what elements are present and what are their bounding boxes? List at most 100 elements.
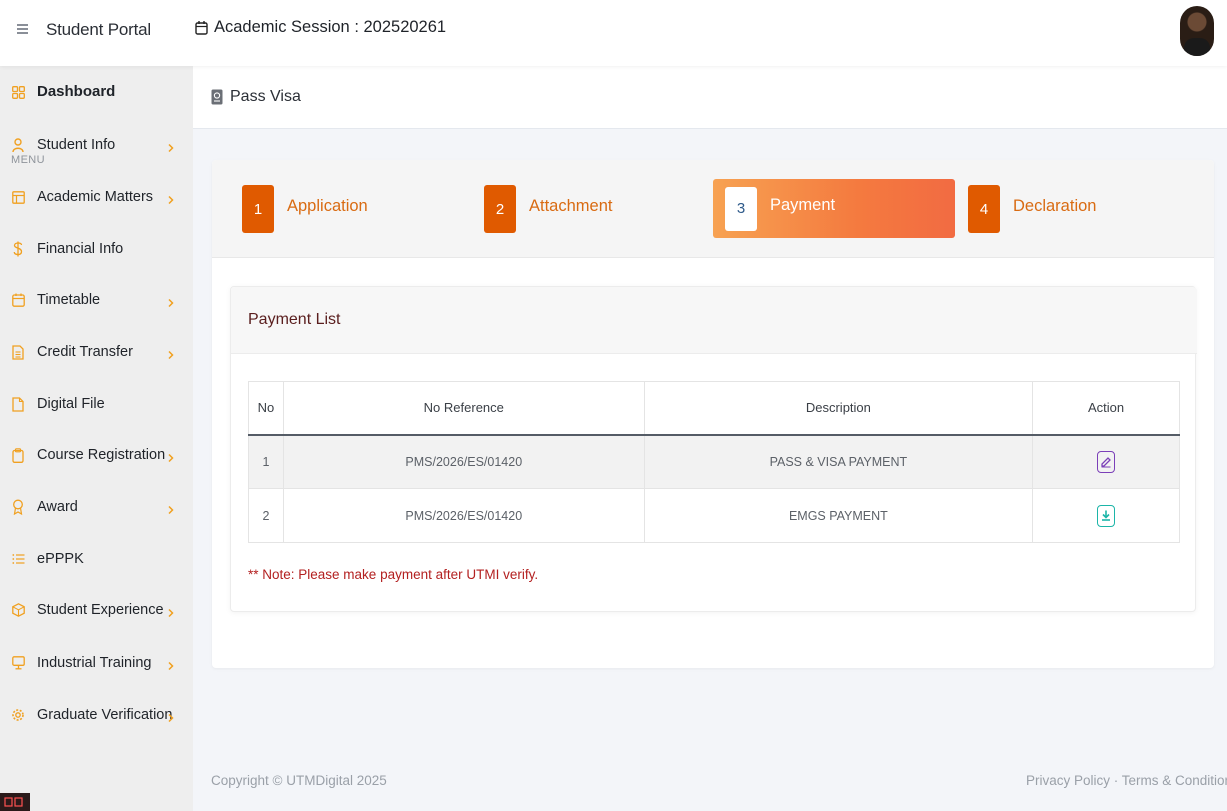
menu-toggle-icon[interactable] [17, 24, 28, 34]
cell-reference: PMS/2026/ES/01420 [282, 434, 645, 489]
brand-title: Student Portal [46, 20, 151, 39]
monitor-icon [11, 655, 25, 671]
table-row: 2 PMS/2026/ES/01420 EMGS PAYMENT [248, 488, 1180, 543]
chevron-right-icon [166, 711, 175, 723]
sidebar-item-label: Financial Info [37, 241, 124, 257]
sidebar-item-financial-info[interactable]: Financial Info [0, 229, 193, 269]
top-bar: Student Portal Academic Session : 202520… [0, 0, 1227, 66]
table-row: 1 PMS/2026/ES/01420 PASS & VISA PAYMENT [248, 434, 1180, 489]
page-header: Pass Visa [193, 66, 1227, 129]
page-title: Pass Visa [230, 88, 301, 105]
chevron-right-icon [166, 659, 175, 671]
academic-session: Academic Session : 202520261 [195, 18, 446, 37]
sidebar-item-industrial-training[interactable]: Industrial Training [0, 643, 193, 683]
dollar-icon [11, 241, 25, 257]
cell-reference: PMS/2026/ES/01420 [282, 488, 645, 543]
footer-links[interactable]: Privacy Policy · Terms & Conditions [1026, 773, 1227, 788]
sidebar-item-award[interactable]: Award [0, 487, 193, 527]
chevron-right-icon [166, 296, 175, 308]
passport-icon [211, 89, 223, 105]
cell-action [1032, 488, 1180, 543]
gear-icon [11, 707, 25, 723]
cell-no: 2 [248, 488, 284, 543]
sidebar-item-student-info[interactable]: Student Info [0, 125, 193, 165]
column-header-action: Action [1032, 381, 1180, 436]
sidebar-item-credit-transfer[interactable]: Credit Transfer [0, 332, 193, 372]
cell-description: PASS & VISA PAYMENT [643, 434, 1034, 489]
sidebar-item-digital-file[interactable]: Digital File [0, 384, 193, 424]
sidebar-item-student-experience[interactable]: Student Experience [0, 590, 193, 630]
step-label: Payment [770, 196, 836, 214]
cell-description: EMGS PAYMENT [643, 488, 1034, 543]
clipboard-icon [11, 447, 25, 463]
chevron-right-icon [166, 193, 175, 205]
sidebar-item-label: Credit Transfer [37, 344, 133, 360]
grid-icon [11, 84, 25, 100]
sidebar-item-label: Award [37, 499, 78, 515]
corner-badge [0, 793, 30, 811]
sidebar-item-label: Industrial Training [37, 655, 152, 671]
step-number: 2 [484, 185, 516, 233]
avatar[interactable] [1180, 6, 1214, 56]
column-header-description: Description [643, 381, 1034, 436]
cell-no: 1 [248, 434, 284, 489]
payment-list-title: Payment List [248, 311, 341, 328]
column-header-no: No [248, 381, 284, 436]
document-icon [11, 344, 25, 360]
session-label: Academic Session : 202520261 [214, 18, 447, 36]
award-icon [11, 499, 25, 515]
sidebar-item-label: Timetable [37, 292, 101, 308]
calendar-icon [195, 21, 208, 35]
widget-icon [4, 797, 23, 807]
step-label: Attachment [529, 196, 613, 215]
payment-table: No No Reference Description Action 1 PMS… [248, 381, 1180, 543]
payment-list-card: Payment List No No Reference Description… [230, 286, 1197, 612]
sidebar-item-label: Graduate Verification [37, 707, 173, 723]
step-application[interactable]: 1 Application [242, 180, 368, 238]
calendar-icon [11, 292, 25, 308]
sidebar-item-label: ePPPK [37, 551, 84, 567]
sidebar-item-label: Academic Matters [37, 189, 154, 205]
sidebar-item-graduate-verification[interactable]: Graduate Verification [0, 695, 193, 735]
table-header-row: No No Reference Description Action [248, 381, 1180, 436]
step-declaration[interactable]: 4 Declaration [968, 180, 1096, 238]
sidebar-item-label: Dashboard [37, 83, 116, 100]
step-label: Declaration [1013, 196, 1097, 215]
pass-visa-wizard: 1 Application 2 Attachment 3 Payment 4 D… [212, 160, 1214, 668]
sidebar: Dashboard MENU Student Info Academic Matt… [0, 66, 193, 811]
sidebar-item-label: Course Registration [37, 447, 166, 463]
step-number: 1 [242, 185, 274, 233]
layout-icon [11, 189, 25, 205]
edit-icon[interactable] [1097, 450, 1116, 473]
sidebar-item-label: Student Experience [37, 602, 164, 618]
list-icon [11, 551, 25, 567]
file-icon [11, 396, 25, 412]
chevron-right-icon [166, 141, 175, 153]
chevron-right-icon [166, 503, 175, 515]
sidebar-item-course-registration[interactable]: Course Registration [0, 435, 193, 475]
chevron-right-icon [166, 348, 175, 360]
sidebar-item-dashboard[interactable]: Dashboard [0, 66, 193, 118]
chevron-right-icon [166, 451, 175, 463]
payment-list-header: Payment List [231, 287, 1197, 354]
sidebar-item-label: Digital File [37, 396, 105, 412]
download-icon[interactable] [1097, 504, 1116, 527]
chevron-right-icon [166, 606, 175, 618]
sidebar-item-epppk[interactable]: ePPPK [0, 539, 193, 579]
user-icon [11, 137, 25, 153]
step-attachment[interactable]: 2 Attachment [484, 180, 612, 238]
column-header-reference: No Reference [282, 381, 645, 436]
footer-copyright: Copyright © UTMDigital 2025 [211, 773, 387, 788]
wizard-steps: 1 Application 2 Attachment 3 Payment 4 D… [212, 160, 1214, 258]
sidebar-item-timetable[interactable]: Timetable [0, 280, 193, 320]
step-number: 4 [968, 185, 1000, 233]
step-payment[interactable]: 3 Payment [713, 179, 955, 238]
sidebar-item-label: Student Info [37, 137, 116, 153]
cell-action [1032, 434, 1180, 489]
sidebar-item-academic-matters[interactable]: Academic Matters [0, 177, 193, 217]
step-label: Application [287, 196, 368, 215]
step-number: 3 [725, 186, 757, 231]
package-icon [11, 602, 25, 618]
payment-note: ** Note: Please make payment after UTMI … [248, 567, 539, 582]
breadcrumb: Pass Visa [211, 88, 301, 106]
